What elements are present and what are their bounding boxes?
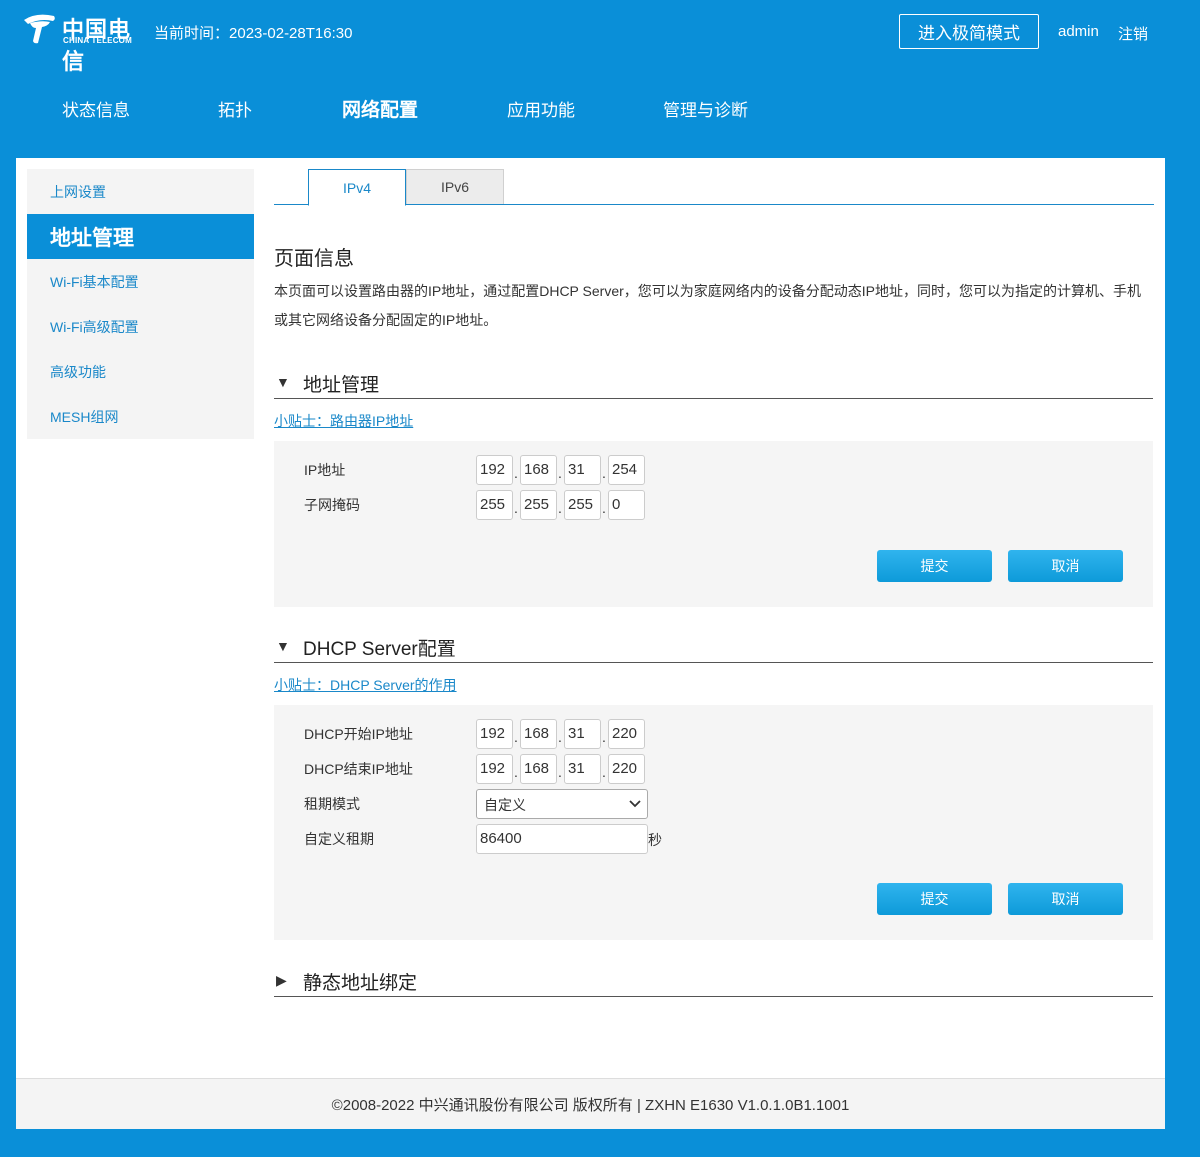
lease-mode-value: 自定义 (484, 797, 526, 813)
mask-octet-2[interactable]: 255 (520, 490, 557, 520)
custom-lease-input[interactable]: 86400 (476, 824, 648, 854)
page-description: 本页面可以设置路由器的IP地址，通过配置DHCP Server，您可以为家庭网络… (274, 283, 1141, 328)
tab-bar: IPv4 IPv6 (274, 169, 1154, 206)
address-section-header[interactable]: ▼ 地址管理 (274, 367, 1153, 399)
address-cancel-button[interactable]: 取消 (1008, 550, 1123, 582)
sidebar: 上网设置 地址管理 Wi-Fi基本配置 Wi-Fi高级配置 高级功能 MESH组… (27, 169, 254, 439)
nav-applications[interactable]: 应用功能 (507, 96, 575, 121)
start-octet-2[interactable]: 168 (520, 719, 557, 749)
chevron-down-icon (629, 794, 641, 817)
ip-dot: . (514, 764, 518, 780)
ip-octet-1[interactable]: 192 (476, 455, 513, 485)
ip-dot: . (558, 729, 562, 745)
ip-dot: . (558, 500, 562, 516)
page-title: 页面信息 (274, 248, 354, 270)
nav-management[interactable]: 管理与诊断 (663, 96, 748, 121)
ip-dot: . (558, 465, 562, 481)
custom-lease-label: 自定义租期 (304, 831, 374, 847)
start-octet-1[interactable]: 192 (476, 719, 513, 749)
nav-status[interactable]: 状态信息 (62, 96, 130, 121)
end-octet-2[interactable]: 168 (520, 754, 557, 784)
static-binding-section-header[interactable]: ▶ 静态地址绑定 (274, 965, 1153, 997)
sidebar-item-wifi-advanced[interactable]: Wi-Fi高级配置 (27, 304, 254, 349)
static-binding-section-title: 静态地址绑定 (303, 973, 418, 994)
dhcp-submit-button[interactable]: 提交 (877, 883, 992, 915)
end-octet-4[interactable]: 220 (608, 754, 645, 784)
mask-octet-3[interactable]: 255 (564, 490, 601, 520)
username: admin (1058, 23, 1099, 40)
dhcp-start-label: DHCP开始IP地址 (304, 726, 413, 742)
lease-mode-label: 租期模式 (304, 796, 360, 812)
ip-dot: . (514, 465, 518, 481)
time-label: 当前时间： (154, 25, 230, 42)
logout-link[interactable]: 注销 (1118, 23, 1148, 44)
subnet-mask-label: 子网掩码 (304, 497, 360, 513)
dhcp-section-header[interactable]: ▼ DHCP Server配置 (274, 631, 1153, 663)
collapse-down-icon: ▼ (276, 638, 290, 654)
router-ip-tip-link[interactable]: 小贴士：路由器IP地址 (274, 411, 413, 431)
tab-ipv6[interactable]: IPv6 (406, 169, 504, 204)
sidebar-item-advanced[interactable]: 高级功能 (27, 349, 254, 394)
mask-octet-4[interactable]: 0 (608, 490, 645, 520)
dhcp-tip-link[interactable]: 小贴士：DHCP Server的作用 (274, 675, 457, 695)
end-octet-1[interactable]: 192 (476, 754, 513, 784)
time-value: 2023-02-28T16:30 (229, 25, 353, 42)
main-nav: 状态信息 拓扑 网络配置 应用功能 管理与诊断 (0, 84, 1200, 132)
lease-mode-select[interactable]: 自定义 (476, 789, 648, 819)
ip-dot: . (602, 729, 606, 745)
sidebar-item-address[interactable]: 地址管理 (27, 214, 254, 259)
ip-dot: . (514, 500, 518, 516)
ip-octet-4[interactable]: 254 (608, 455, 645, 485)
sidebar-item-internet[interactable]: 上网设置 (27, 169, 254, 214)
end-octet-3[interactable]: 31 (564, 754, 601, 784)
tab-ipv4[interactable]: IPv4 (308, 169, 406, 206)
ip-dot: . (558, 764, 562, 780)
ip-dot: . (602, 764, 606, 780)
top-header: 中国电信 CHINA TELECOM 当前时间：2023-02-28T16:30… (0, 0, 1200, 75)
address-submit-button[interactable]: 提交 (877, 550, 992, 582)
ip-octet-2[interactable]: 168 (520, 455, 557, 485)
start-octet-3[interactable]: 31 (564, 719, 601, 749)
address-form: IP地址 192 . 168 . 31 . 254 子网掩码 255 . 255… (274, 441, 1153, 607)
content-panel: 上网设置 地址管理 Wi-Fi基本配置 Wi-Fi高级配置 高级功能 MESH组… (16, 158, 1165, 1129)
lease-unit: 秒 (648, 832, 662, 848)
dhcp-form: DHCP开始IP地址 192 . 168 . 31 . 220 DHCP结束IP… (274, 705, 1153, 940)
nav-topology[interactable]: 拓扑 (218, 96, 252, 121)
ip-dot: . (602, 465, 606, 481)
simple-mode-button[interactable]: 进入极简模式 (899, 14, 1039, 49)
expand-right-icon: ▶ (276, 972, 287, 988)
nav-network-config[interactable]: 网络配置 (342, 95, 418, 122)
logo-text-en: CHINA TELECOM (63, 36, 132, 45)
start-octet-4[interactable]: 220 (608, 719, 645, 749)
ip-dot: . (514, 729, 518, 745)
telecom-logo-icon (24, 14, 55, 44)
dhcp-section-title: DHCP Server配置 (303, 639, 456, 660)
footer: ©2008-2022 中兴通讯股份有限公司 版权所有 | ZXHN E1630 … (16, 1078, 1165, 1129)
address-section-title: 地址管理 (303, 375, 380, 396)
dhcp-end-label: DHCP结束IP地址 (304, 761, 413, 777)
current-time: 当前时间：2023-02-28T16:30 (154, 22, 352, 43)
dhcp-cancel-button[interactable]: 取消 (1008, 883, 1123, 915)
sidebar-item-wifi-basic[interactable]: Wi-Fi基本配置 (27, 259, 254, 304)
ip-octet-3[interactable]: 31 (564, 455, 601, 485)
collapse-down-icon: ▼ (276, 374, 290, 390)
mask-octet-1[interactable]: 255 (476, 490, 513, 520)
ip-dot: . (602, 500, 606, 516)
china-telecom-logo: 中国电信 CHINA TELECOM (20, 10, 145, 75)
ip-address-label: IP地址 (304, 462, 346, 478)
sidebar-item-mesh[interactable]: MESH组网 (27, 394, 254, 439)
